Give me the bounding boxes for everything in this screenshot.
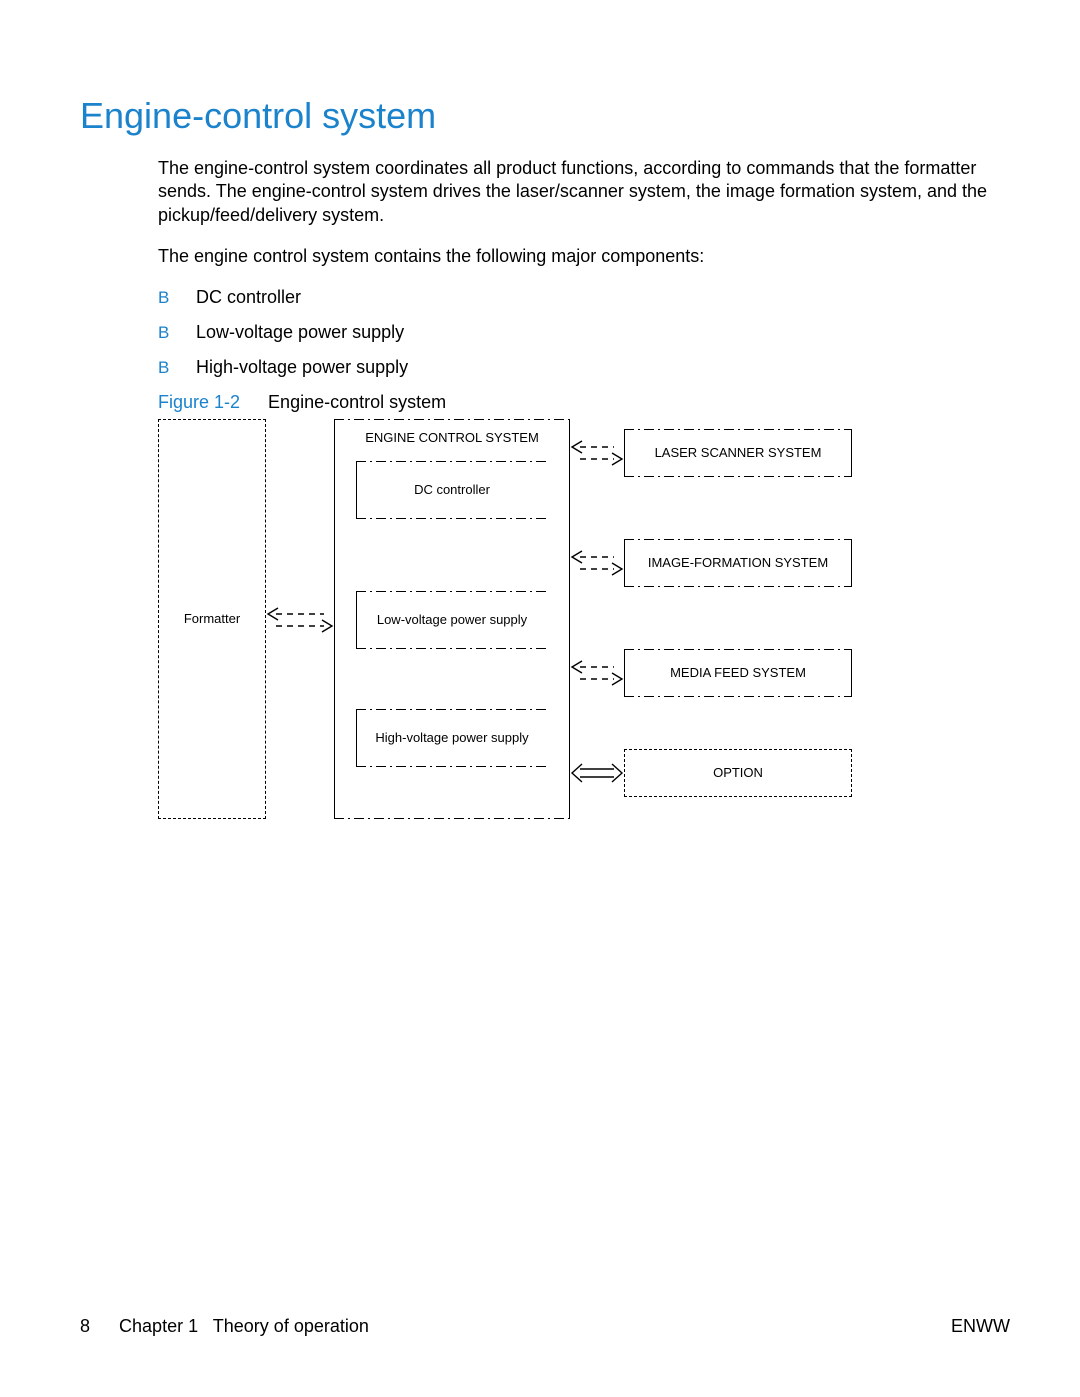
- option-box: OPTION: [624, 749, 852, 797]
- list-item: B Low-voltage power supply: [158, 322, 1000, 343]
- media-feed-box: MEDIA FEED SYSTEM: [624, 649, 852, 697]
- chapter-title: Theory of operation: [213, 1316, 369, 1336]
- bidir-arrow-icon: [266, 605, 334, 635]
- component-list: B DC controller B Low-voltage power supp…: [158, 287, 1000, 378]
- media-feed-label: MEDIA FEED SYSTEM: [670, 665, 806, 680]
- diagram: Formatter ENGINE CONTROL SYSTEM: [158, 419, 858, 829]
- list-item-label: High-voltage power supply: [196, 357, 408, 378]
- low-voltage-label: Low-voltage power supply: [377, 612, 527, 627]
- body-column: The engine-control system coordinates al…: [158, 157, 1000, 829]
- intro-paragraph-2: The engine control system contains the f…: [158, 245, 1000, 268]
- figure-caption-text: Engine-control system: [268, 392, 446, 412]
- bidir-arrow-solid-icon: [570, 763, 624, 783]
- page-title: Engine-control system: [80, 95, 1000, 137]
- figure-label: Figure 1-2: [158, 392, 240, 412]
- page-number: 8: [80, 1316, 90, 1336]
- figure-caption: Figure 1-2 Engine-control system: [158, 392, 1000, 413]
- chapter-label: Chapter 1: [119, 1316, 198, 1336]
- page: Engine-control system The engine-control…: [0, 0, 1080, 1397]
- footer-right: ENWW: [951, 1316, 1010, 1337]
- high-voltage-label: High-voltage power supply: [375, 730, 528, 745]
- bullet-marker: B: [158, 358, 196, 378]
- intro-paragraph-1: The engine-control system coordinates al…: [158, 157, 1000, 227]
- dc-controller-label: DC controller: [414, 482, 490, 497]
- bidir-arrow-icon: [570, 659, 624, 687]
- list-item-label: Low-voltage power supply: [196, 322, 404, 343]
- option-label: OPTION: [713, 765, 763, 780]
- image-formation-box: IMAGE-FORMATION SYSTEM: [624, 539, 852, 587]
- list-item: B DC controller: [158, 287, 1000, 308]
- laser-scanner-box: LASER SCANNER SYSTEM: [624, 429, 852, 477]
- bullet-marker: B: [158, 323, 196, 343]
- laser-scanner-label: LASER SCANNER SYSTEM: [655, 445, 822, 460]
- formatter-label: Formatter: [184, 611, 240, 626]
- formatter-box: Formatter: [158, 419, 266, 819]
- bullet-marker: B: [158, 288, 196, 308]
- bidir-arrow-icon: [570, 549, 624, 577]
- list-item: B High-voltage power supply: [158, 357, 1000, 378]
- page-footer: 8 Chapter 1 Theory of operation ENWW: [0, 1316, 1080, 1337]
- engine-title-label: ENGINE CONTROL SYSTEM: [365, 430, 539, 445]
- high-voltage-box: High-voltage power supply: [356, 709, 548, 767]
- list-item-label: DC controller: [196, 287, 301, 308]
- image-formation-label: IMAGE-FORMATION SYSTEM: [648, 555, 828, 570]
- bidir-arrow-icon: [570, 439, 624, 467]
- footer-left: 8 Chapter 1 Theory of operation: [80, 1316, 369, 1337]
- low-voltage-box: Low-voltage power supply: [356, 591, 548, 649]
- dc-controller-box: DC controller: [356, 461, 548, 519]
